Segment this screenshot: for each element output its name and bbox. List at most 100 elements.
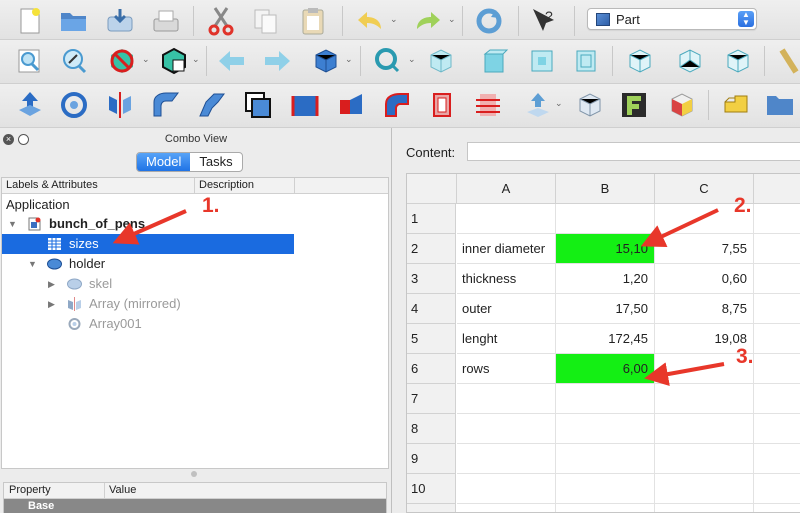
property-group-base[interactable]: Base	[4, 499, 386, 513]
cell-a[interactable]	[457, 204, 556, 234]
zoom-fit-icon[interactable]	[14, 45, 46, 77]
cell-a[interactable]: inner diameter	[457, 234, 556, 264]
redo-dropdown-icon[interactable]: ⌄	[448, 14, 456, 25]
cell-b[interactable]: 15,10	[556, 234, 655, 264]
cell-a[interactable]: rows	[457, 354, 556, 384]
bounding-box-icon[interactable]	[158, 45, 190, 77]
workbench-selector[interactable]: Part ▲ ▼	[587, 8, 757, 30]
cell-d[interactable]	[754, 264, 800, 294]
expand-arrow-icon[interactable]: ▼	[8, 219, 17, 229]
nav-back-icon[interactable]	[216, 45, 248, 77]
cell-c[interactable]: 7,55	[655, 234, 754, 264]
cell-b[interactable]	[556, 204, 655, 234]
tab-tasks[interactable]: Tasks	[190, 153, 241, 171]
cell-c[interactable]	[655, 444, 754, 474]
chamfer-icon[interactable]	[196, 89, 228, 121]
labels-header[interactable]: Labels & Attributes	[6, 179, 98, 191]
box-icon[interactable]	[720, 89, 752, 121]
tree-item-skel[interactable]: ▶ skel	[2, 274, 388, 294]
cell-b[interactable]: 1,20	[556, 264, 655, 294]
std-views-dropdown-icon[interactable]: ⌄	[345, 54, 353, 65]
column-header[interactable]: B	[556, 174, 655, 204]
loft-icon[interactable]	[335, 89, 367, 121]
ruled-surface-icon[interactable]	[289, 89, 321, 121]
expand-arrow-icon[interactable]: ▶	[48, 279, 55, 290]
copy-icon[interactable]	[250, 5, 282, 37]
content-input[interactable]	[467, 142, 800, 161]
compound-tools-icon[interactable]	[522, 89, 554, 121]
paste-icon[interactable]	[297, 5, 329, 37]
row-header[interactable]: 11	[407, 504, 456, 512]
expand-arrow-icon[interactable]: ▶	[48, 299, 55, 310]
cell-b[interactable]	[556, 444, 655, 474]
draw-style-icon[interactable]	[106, 45, 138, 77]
cell-c[interactable]	[655, 504, 754, 512]
bounding-box-dropdown-icon[interactable]: ⌄	[192, 54, 200, 65]
cell-c[interactable]: 8,75	[655, 294, 754, 324]
revolve-icon[interactable]	[58, 89, 90, 121]
redo-icon[interactable]	[412, 5, 444, 37]
offset-icon[interactable]	[242, 89, 274, 121]
cell-d[interactable]	[754, 414, 800, 444]
cell-d[interactable]	[754, 444, 800, 474]
compound-tools-dropdown-icon[interactable]: ⌄	[555, 98, 563, 109]
tree-item-array-mirrored[interactable]: ▶ Array (mirrored)	[2, 294, 388, 314]
tree-root[interactable]: Application	[2, 195, 388, 215]
tree-item-holder[interactable]: ▼ holder	[2, 254, 388, 274]
print-icon[interactable]	[150, 5, 182, 37]
property-column-header[interactable]: Property	[9, 484, 51, 496]
cell-c[interactable]: 0,60	[655, 264, 754, 294]
view-isometric-dropdown-icon[interactable]: ⌄	[408, 54, 416, 65]
row-header[interactable]: 5	[407, 324, 456, 354]
view-axonometric-icon[interactable]	[722, 45, 754, 77]
attachment-icon[interactable]	[666, 89, 698, 121]
view-right-icon[interactable]	[526, 45, 558, 77]
cell-a[interactable]	[457, 384, 556, 414]
cut-icon[interactable]	[205, 5, 237, 37]
cell-a[interactable]	[457, 474, 556, 504]
row-header[interactable]: 8	[407, 414, 456, 444]
refresh-icon[interactable]	[473, 5, 505, 37]
description-header[interactable]: Description	[199, 179, 254, 191]
cell-d[interactable]	[754, 324, 800, 354]
column-header[interactable]	[754, 174, 800, 204]
new-document-icon[interactable]	[14, 5, 46, 37]
cell-d[interactable]	[754, 384, 800, 414]
expand-arrow-icon[interactable]: ▼	[28, 259, 37, 269]
row-header[interactable]: 6	[407, 354, 456, 384]
cell-b[interactable]	[556, 474, 655, 504]
cell-d[interactable]	[754, 234, 800, 264]
row-header[interactable]: 3	[407, 264, 456, 294]
tab-model[interactable]: Model	[137, 153, 191, 171]
zoom-selection-icon[interactable]	[58, 45, 90, 77]
cell-c[interactable]	[655, 384, 754, 414]
measure-icon[interactable]	[772, 45, 800, 77]
splitter-handle[interactable]	[191, 471, 197, 477]
grid-corner[interactable]	[407, 174, 457, 204]
tree-item-sizes[interactable]: sizes	[2, 234, 294, 254]
row-header[interactable]: 7	[407, 384, 456, 414]
mirror-icon[interactable]	[104, 89, 136, 121]
row-header[interactable]: 10	[407, 474, 456, 504]
cell-c[interactable]	[655, 474, 754, 504]
cell-b[interactable]	[556, 384, 655, 414]
cell-a[interactable]	[457, 414, 556, 444]
cell-d[interactable]	[754, 474, 800, 504]
draw-style-dropdown-icon[interactable]: ⌄	[142, 54, 150, 65]
save-icon[interactable]	[104, 5, 136, 37]
view-isometric-icon[interactable]	[372, 45, 404, 77]
whats-this-icon[interactable]: ?	[528, 5, 560, 37]
cell-b[interactable]	[556, 504, 655, 512]
std-views-icon[interactable]	[310, 45, 342, 77]
value-column-header[interactable]: Value	[109, 484, 136, 496]
cell-c[interactable]	[655, 414, 754, 444]
cell-b[interactable]: 6,00	[556, 354, 655, 384]
open-folder-icon[interactable]	[58, 5, 90, 37]
cell-d[interactable]	[754, 354, 800, 384]
nav-forward-icon[interactable]	[261, 45, 293, 77]
sweep-icon[interactable]	[381, 89, 413, 121]
tree-item-array001[interactable]: Array001	[2, 314, 388, 334]
cell-d[interactable]	[754, 504, 800, 512]
cross-sections-icon[interactable]	[472, 89, 504, 121]
row-header[interactable]: 2	[407, 234, 456, 264]
